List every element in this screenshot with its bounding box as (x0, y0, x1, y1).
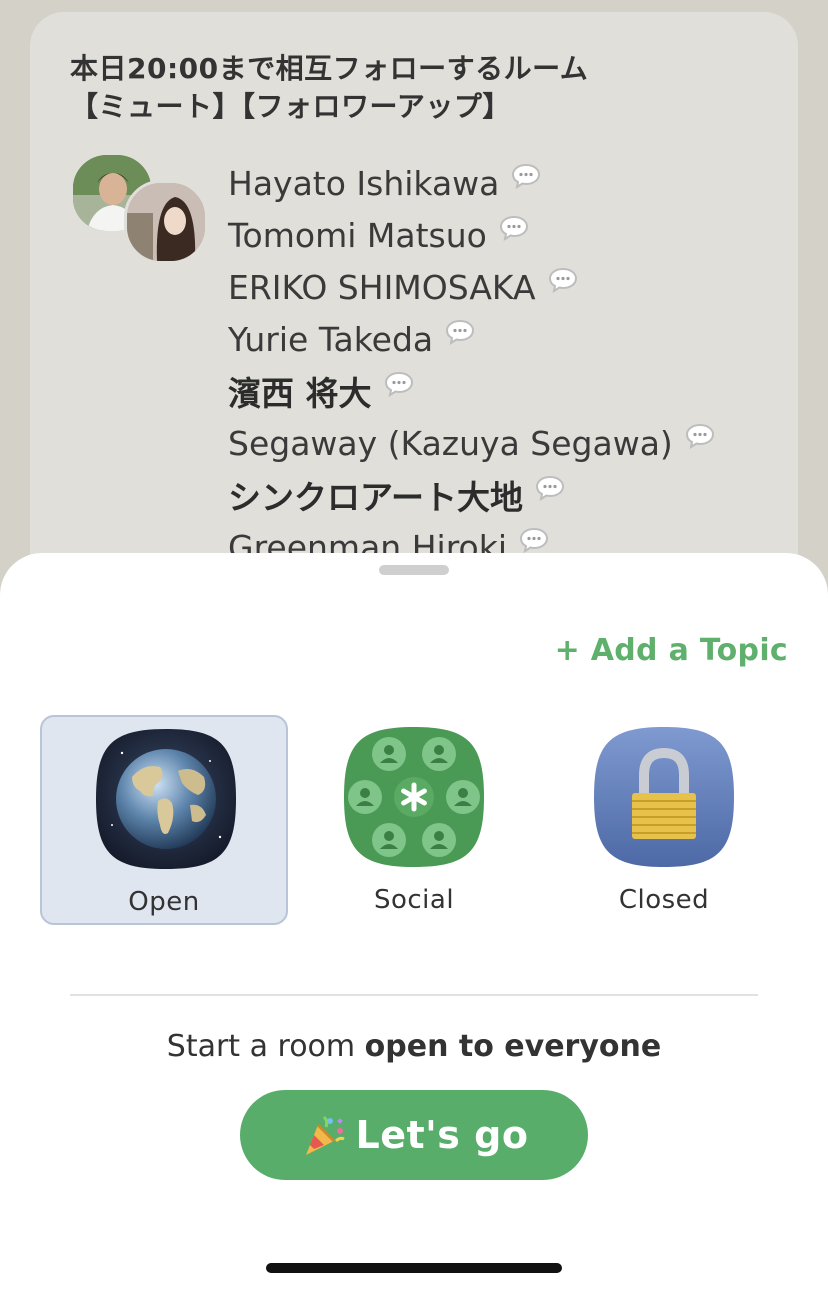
room-type-open-label: Open (128, 887, 200, 917)
speaker-row[interactable]: Tomomi Matsuo (228, 209, 715, 261)
speaker-row[interactable]: 濱西 将大 (228, 365, 715, 417)
speaker-name: Hayato Ishikawa (228, 163, 500, 203)
speaker-row[interactable]: Segaway (Kazuya Segawa) (228, 417, 715, 469)
hint-bold: open to everyone (364, 1029, 662, 1064)
room-title: 本日20:00まで相互フォローするルーム 【ミュート】【フォロワーアップ】 (70, 50, 770, 126)
hint-prefix: Start a room (166, 1029, 365, 1064)
speech-bubble-icon (499, 215, 528, 241)
lets-go-button[interactable]: Let's go (240, 1090, 588, 1180)
lock-icon (590, 723, 738, 871)
home-indicator (266, 1263, 562, 1273)
avatar-stack (70, 152, 210, 272)
room-type-description: Start a room open to everyone (0, 1029, 828, 1064)
speaker-row[interactable]: Hayato Ishikawa (228, 157, 715, 209)
speech-bubble-icon (685, 423, 714, 449)
speech-bubble-icon (446, 319, 475, 345)
room-type-closed[interactable]: Closed (540, 715, 788, 925)
speaker-row[interactable]: Yurie Takeda (228, 313, 715, 365)
room-type-open[interactable]: Open (40, 715, 288, 925)
speaker-name: Segaway (Kazuya Segawa) (228, 423, 673, 463)
speech-bubble-icon (384, 371, 413, 397)
room-type-social[interactable]: Social (290, 715, 538, 925)
room-type-closed-label: Closed (618, 885, 710, 915)
lets-go-label: Let's go (355, 1113, 529, 1157)
people-circle-icon (340, 723, 488, 871)
speech-bubble-icon (512, 163, 541, 189)
speaker-name: ERIKO SHIMOSAKA (228, 267, 536, 307)
speaker-name: Yurie Takeda (228, 319, 434, 359)
globe-icon (92, 725, 240, 873)
speaker-name: Tomomi Matsuo (228, 215, 487, 255)
speech-bubble-icon (536, 475, 565, 501)
speaker-row[interactable]: シンクロアート大地 (228, 469, 715, 521)
speech-bubble-icon (520, 527, 549, 553)
speaker-name: 濱西 将大 (228, 374, 372, 413)
add-topic-button[interactable]: + Add a Topic (555, 633, 788, 668)
avatar (124, 180, 208, 264)
speech-bubble-icon (548, 267, 577, 293)
party-popper-icon (305, 1115, 345, 1155)
room-type-social-label: Social (373, 885, 455, 915)
start-room-sheet: + Add a Topic Open Social Closed Start a… (0, 553, 828, 1290)
speaker-row[interactable]: ERIKO SHIMOSAKA (228, 261, 715, 313)
speaker-name: シンクロアート大地 (228, 478, 524, 517)
divider (70, 994, 758, 996)
speaker-list: Hayato Ishikawa Tomomi Matsuo ERIKO SHIM… (228, 157, 715, 573)
sheet-grabber[interactable] (379, 565, 449, 575)
room-title-line1: 本日20:00まで相互フォローするルーム (70, 52, 589, 85)
room-title-line2: 【ミュート】【フォロワーアップ】 (70, 90, 511, 123)
